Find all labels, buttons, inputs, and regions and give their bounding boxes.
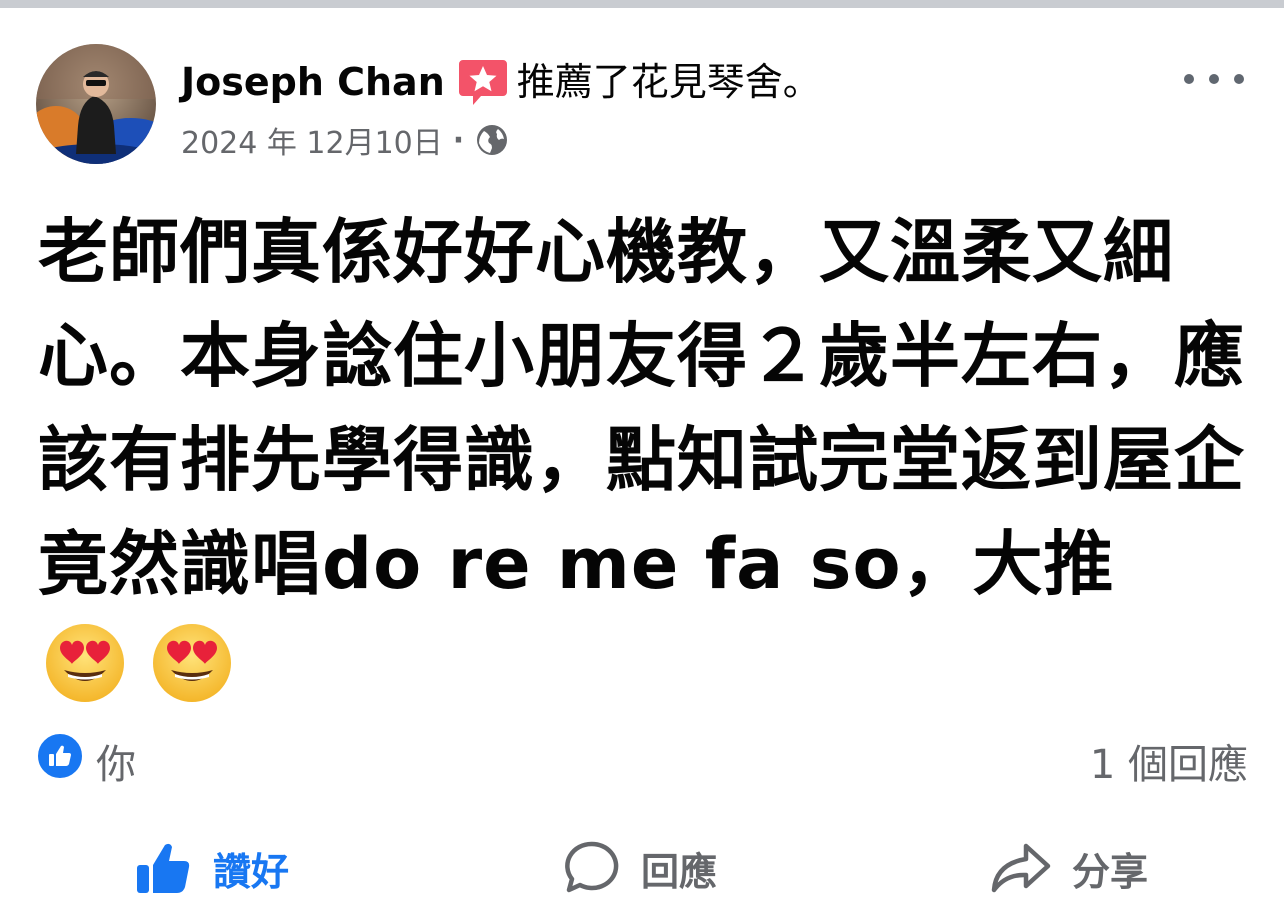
avatar[interactable] — [36, 44, 156, 164]
share-arrow-icon — [991, 843, 1051, 893]
recommend-action-text: 推薦了 — [516, 60, 631, 104]
avatar-image — [36, 44, 156, 164]
page-name-link[interactable]: 花見琴舍。 — [631, 59, 821, 105]
heart-eyes-emoji — [44, 622, 126, 704]
more-dot — [1209, 74, 1219, 84]
share-label: 分享 — [1072, 849, 1149, 894]
top-divider — [0, 0, 1284, 8]
name-line: Joseph Chan 推薦了 花見琴舍。 — [181, 56, 821, 108]
post-card: Joseph Chan 推薦了 花見琴舍。 2024 年 12月10日 · 老師… — [0, 8, 1284, 916]
reactors-text[interactable]: 你 — [96, 732, 136, 790]
post-date[interactable]: 2024 年 12月10日 — [181, 118, 443, 162]
comment-count[interactable]: 1 個回應 — [1090, 732, 1248, 790]
like-button[interactable]: 讚好 — [135, 828, 289, 908]
post-header: Joseph Chan 推薦了 花見琴舍。 2024 年 12月10日 · — [36, 44, 1248, 174]
meta-separator: · — [452, 122, 465, 158]
comment-bubble-icon — [565, 841, 619, 893]
emoji-group — [44, 622, 233, 732]
more-options-button[interactable] — [1184, 64, 1244, 94]
post-body-text: 老師們真係好好心機教，又溫柔又細心。本身諗住小朋友得２歲半左右，應該有排先學得識… — [38, 211, 1245, 605]
comment-button[interactable]: 回應 — [563, 828, 717, 908]
heart-eyes-emoji — [151, 622, 233, 704]
more-dot — [1184, 74, 1194, 84]
reactions-summary: 你 1 個回應 — [36, 726, 1248, 790]
action-bar: 讚好 回應 分享 — [0, 828, 1284, 908]
thumbs-up-icon — [137, 843, 190, 893]
like-icon — [36, 732, 84, 780]
like-label: 讚好 — [213, 849, 290, 894]
globe-icon — [474, 122, 510, 158]
comment-label: 回應 — [641, 849, 718, 894]
more-dot — [1234, 74, 1244, 84]
post-body: 老師們真係好好心機教，又溫柔又細心。本身諗住小朋友得２歲半左右，應該有排先學得識… — [38, 200, 1253, 732]
author-name[interactable]: Joseph Chan — [181, 59, 445, 105]
post-meta: 2024 年 12月10日 · — [181, 118, 510, 162]
recommend-star-icon — [457, 56, 509, 108]
share-button[interactable]: 分享 — [990, 828, 1148, 908]
